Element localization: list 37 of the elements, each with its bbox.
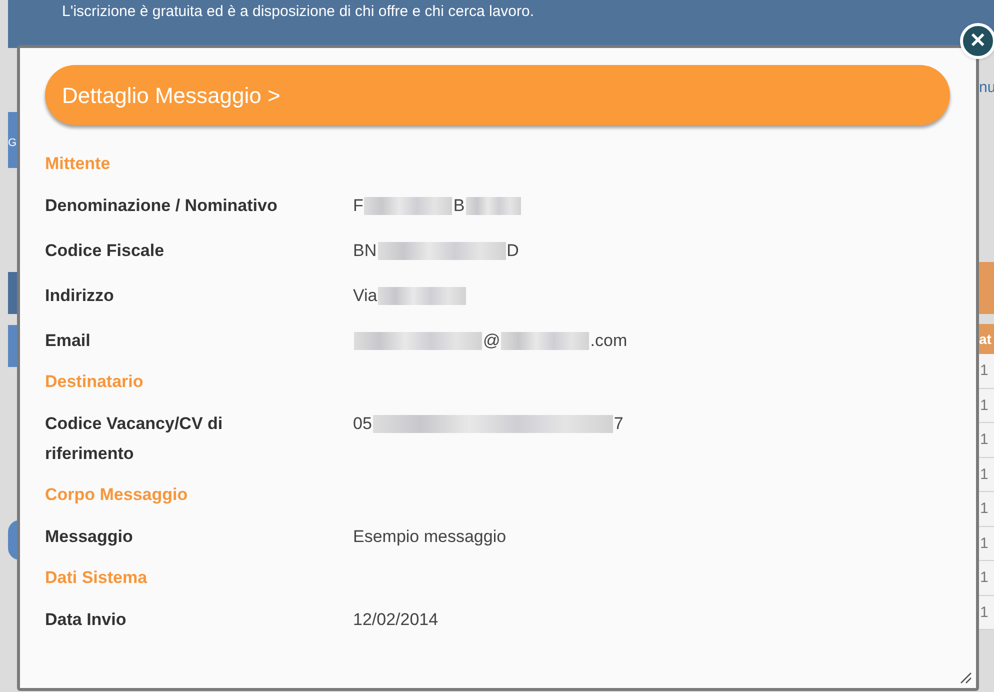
redaction-blur (466, 197, 521, 215)
field-value: Esempio messaggio (353, 526, 506, 548)
section-title: Corpo Messaggio (45, 484, 189, 506)
field-value: D (506, 240, 519, 262)
table-cell: 1 (978, 561, 994, 596)
field-value: @ (483, 330, 500, 352)
field-value: 7 (614, 413, 624, 435)
field-label: Data Invio (45, 609, 128, 631)
table-cell: 1 (978, 526, 994, 561)
field-label: Codice Fiscale (45, 240, 166, 262)
tab-label: G (8, 138, 17, 149)
resize-handle-icon[interactable] (958, 670, 972, 684)
section-title: Mittente (45, 153, 112, 175)
table-cell: 1 (978, 492, 994, 526)
field-value: .com (590, 330, 628, 352)
table-cell: 1 (978, 458, 994, 492)
table-cell: 1 (978, 423, 994, 458)
field-value: B (453, 195, 465, 217)
field-label: Messaggio (45, 526, 134, 548)
table-cell: 1 (978, 388, 994, 423)
field-value: 05 (353, 413, 372, 435)
field-label: Denominazione / Nominativo (45, 195, 278, 217)
field-label: Codice Vacancy/CV di riferimento (45, 413, 224, 465)
banner-text: L'iscrizione è gratuita ed è a disposizione di chi offre e chi cerca lavoro. (62, 2, 534, 22)
section-title: Destinatario (45, 371, 144, 393)
field-label: Email (45, 330, 92, 352)
table-cell: 1 (978, 596, 994, 630)
dialog-header: Dettaglio Messaggio > (45, 65, 950, 125)
field-label: Indirizzo (45, 285, 115, 307)
field-value: BN (353, 240, 377, 262)
field-value: 12/02/2014 (353, 609, 438, 631)
header-bar (978, 262, 994, 314)
column-header: at (978, 324, 994, 354)
section-title: Dati Sistema (45, 567, 148, 589)
field-value: F (353, 195, 364, 217)
field-value: Via (353, 285, 378, 307)
table-cell: 1 (978, 354, 994, 388)
